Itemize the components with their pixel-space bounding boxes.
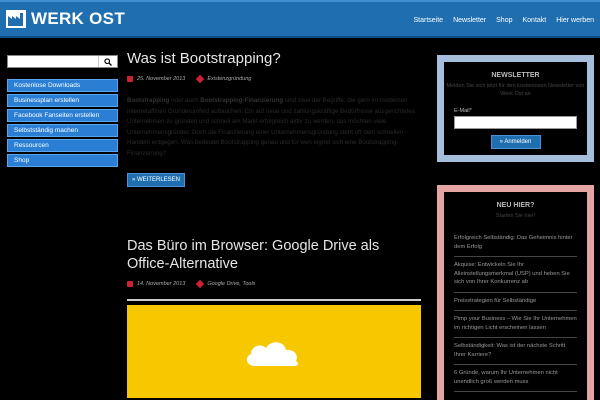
nav-kontakt[interactable]: Kontakt bbox=[523, 17, 547, 24]
sidebar-item-facebook[interactable]: Facebook Fanseiten erstellen bbox=[7, 109, 118, 122]
sidebar-item-businessplan[interactable]: Businessplan erstellen bbox=[7, 94, 118, 107]
excerpt-text-1: oder auch bbox=[169, 97, 201, 104]
sidebar-item-selbststaendig[interactable]: Selbstständig machen bbox=[7, 124, 118, 137]
new-here-widget: NEU HIER? Starten Sie hier! Erfolgreich … bbox=[437, 185, 594, 400]
read-more-button[interactable]: » WEITERLESEN bbox=[127, 173, 186, 187]
header-topline bbox=[0, 0, 600, 2]
post-title[interactable]: Das Büro im Browser: Google Drive als Of… bbox=[127, 237, 421, 273]
new-here-title: NEU HIER? bbox=[496, 202, 535, 209]
email-field[interactable] bbox=[454, 116, 577, 129]
newsletter-title: NEWSLETTER bbox=[491, 72, 540, 79]
tag-icon bbox=[196, 74, 205, 84]
post-meta: 25. November 2013 Existenzgründung bbox=[127, 74, 421, 84]
post-date: 25. November 2013 bbox=[137, 76, 186, 82]
nav-hier-werben[interactable]: Hier werben bbox=[556, 17, 594, 24]
factory-icon bbox=[6, 10, 26, 28]
new-here-list: Erfolgreich Selbständig: Das Geheimnis h… bbox=[454, 230, 577, 392]
post-date: 14. November 2013 bbox=[137, 281, 186, 287]
list-item[interactable]: Erfolgreich Selbständig: Das Geheimnis h… bbox=[454, 230, 577, 257]
search-button[interactable] bbox=[98, 56, 117, 67]
post-google-drive: Das Büro im Browser: Google Drive als Of… bbox=[127, 237, 421, 398]
logo-text: WERK OST bbox=[31, 9, 126, 28]
email-label: E-Mail* bbox=[454, 108, 472, 114]
sidebar-menu: Kostenlose Downloads Businessplan erstel… bbox=[7, 79, 118, 169]
sidebar-item-ressourcen[interactable]: Ressourcen bbox=[7, 139, 118, 152]
newsletter-subtitle: Melden Sie sich jetzt für den kostenlose… bbox=[446, 83, 585, 97]
calendar-icon bbox=[127, 281, 133, 287]
search-icon bbox=[104, 57, 112, 66]
site-header: WERK OST Startseite Newsletter Shop Kont… bbox=[0, 0, 600, 38]
post-excerpt: Bootstrapping oder auch Bootstrapping-Fi… bbox=[127, 96, 421, 159]
post-category[interactable]: Existenzgründung bbox=[207, 76, 251, 82]
nav-startseite[interactable]: Startseite bbox=[413, 17, 443, 24]
post-title[interactable]: Was ist Bootstrapping? bbox=[127, 50, 421, 68]
excerpt-bold-2: Bootstrapping-Finanzierung bbox=[200, 97, 284, 104]
calendar-icon bbox=[127, 76, 133, 82]
post-divider bbox=[127, 299, 421, 301]
search-box bbox=[7, 55, 118, 68]
list-item[interactable]: Pimp your Business – Wie Sie Ihr Unterne… bbox=[454, 311, 577, 338]
excerpt-text-2: sind zwei der Begriffe, die gern im mode… bbox=[127, 97, 415, 157]
newsletter-widget: NEWSLETTER Melden Sie sich jetzt für den… bbox=[437, 55, 594, 162]
nav-newsletter[interactable]: Newsletter bbox=[453, 17, 486, 24]
list-item[interactable]: Preisstrategien für Selbständige bbox=[454, 293, 577, 311]
site-logo[interactable]: WERK OST bbox=[6, 9, 125, 29]
subscribe-button[interactable]: » Anmelden bbox=[490, 135, 541, 149]
post-bootstrapping: Was ist Bootstrapping? 25. November 2013… bbox=[127, 50, 421, 187]
post-meta: 14. November 2013 Google Drive, Tools bbox=[127, 279, 421, 289]
post-feature-image[interactable] bbox=[127, 305, 421, 398]
list-item[interactable]: Selbständigkeit: Was ist der nächste Sch… bbox=[454, 338, 577, 365]
sidebar-item-shop[interactable]: Shop bbox=[7, 154, 118, 167]
cloud-icon bbox=[246, 342, 299, 366]
new-here-subtitle: Starten Sie hier! bbox=[495, 213, 536, 219]
tag-icon bbox=[196, 279, 205, 289]
search-input[interactable] bbox=[8, 56, 98, 67]
post-category[interactable]: Google Drive, Tools bbox=[207, 281, 255, 287]
main-nav: Startseite Newsletter Shop Kontakt Hier … bbox=[403, 17, 594, 24]
list-item[interactable]: Akquise: Entwickeln Sie Ihr Alleinstellu… bbox=[454, 257, 577, 293]
list-item[interactable]: 6 Gründe, warum Ihr Unternehmen nicht un… bbox=[454, 365, 577, 392]
excerpt-bold-1: Bootstrapping bbox=[127, 97, 170, 104]
sidebar-item-downloads[interactable]: Kostenlose Downloads bbox=[7, 79, 118, 92]
nav-shop[interactable]: Shop bbox=[496, 17, 512, 24]
